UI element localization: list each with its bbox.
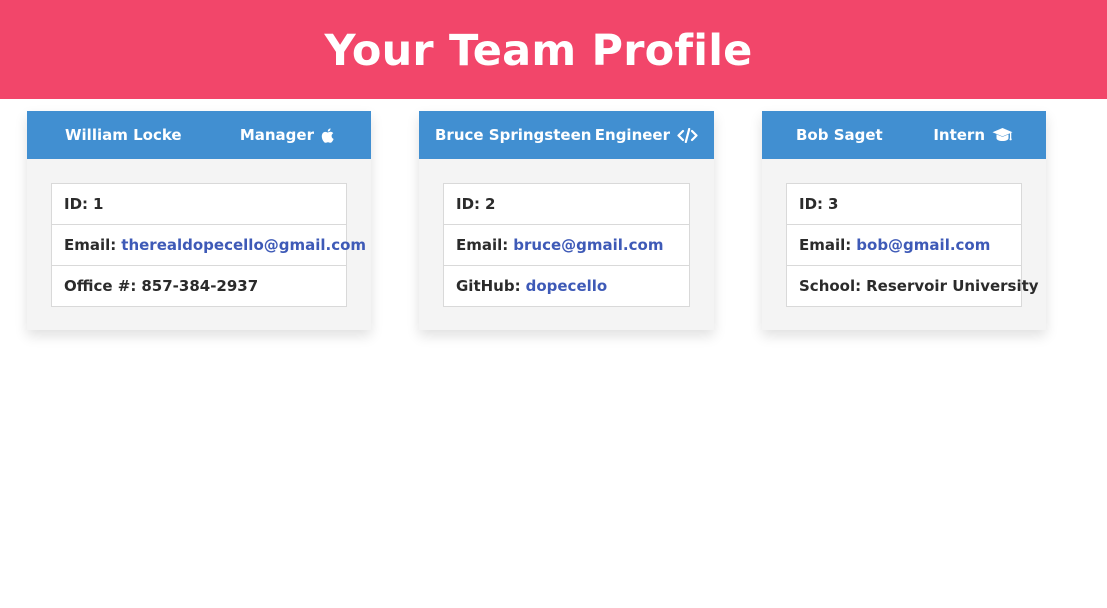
school-label: School: (799, 277, 862, 295)
employee-role: Intern (933, 126, 1013, 144)
employee-card-intern: Bob Saget Intern ID: 3 Email: bob@gmail.… (762, 111, 1046, 330)
email-link[interactable]: bob@gmail.com (856, 236, 990, 254)
github-row: GitHub: dopecello (444, 265, 689, 306)
apple-icon (321, 127, 334, 143)
employee-details: ID: 3 Email: bob@gmail.com School: Reser… (786, 183, 1039, 307)
office-label: Office #: (64, 277, 137, 295)
code-icon (677, 127, 698, 143)
email-row: Email: bob@gmail.com (787, 224, 1021, 265)
page-banner: Your Team Profile (0, 0, 1107, 99)
email-link[interactable]: therealdopecello@gmail.com (121, 236, 366, 254)
office-value: 857-384-2937 (141, 277, 259, 295)
employee-name: Bruce Springsteen (435, 126, 592, 144)
graduation-cap-icon (992, 127, 1013, 143)
email-row: Email: bruce@gmail.com (444, 224, 689, 265)
role-label: Manager (239, 126, 314, 144)
github-link[interactable]: dopecello (526, 277, 608, 295)
id-value: 2 (485, 195, 496, 213)
card-header: William Locke Manager (27, 111, 371, 159)
github-label: GitHub: (456, 277, 521, 295)
role-label: Engineer (594, 126, 670, 144)
employee-card-manager: William Locke Manager ID: 1 Email: there… (27, 111, 371, 330)
page-title: Your Team Profile (324, 25, 753, 76)
employee-details: ID: 2 Email: bruce@gmail.com GitHub: dop… (443, 183, 690, 307)
school-value: Reservoir University (866, 277, 1039, 295)
id-row: ID: 3 (787, 184, 1021, 224)
id-label: ID: (456, 195, 481, 213)
email-link[interactable]: bruce@gmail.com (513, 236, 663, 254)
employee-role: Manager (240, 126, 334, 144)
id-label: ID: (64, 195, 89, 213)
card-header: Bob Saget Intern (762, 111, 1046, 159)
employee-role: Engineer (595, 126, 698, 144)
id-value: 1 (93, 195, 104, 213)
email-label: Email: (799, 236, 852, 254)
card-header: Bruce Springsteen Engineer (419, 111, 714, 159)
employee-name: William Locke (65, 126, 182, 144)
employee-name: Bob Saget (796, 126, 883, 144)
school-row: School: Reservoir University (787, 265, 1039, 306)
id-label: ID: (799, 195, 824, 213)
email-label: Email: (64, 236, 117, 254)
employee-card-engineer: Bruce Springsteen Engineer ID: 2 Email: … (419, 111, 714, 330)
role-label: Intern (933, 126, 985, 144)
email-label: Email: (456, 236, 509, 254)
id-row: ID: 1 (52, 184, 346, 224)
email-row: Email: therealdopecello@gmail.com (52, 224, 366, 265)
employee-details: ID: 1 Email: therealdopecello@gmail.com … (51, 183, 366, 307)
id-row: ID: 2 (444, 184, 689, 224)
office-row: Office #: 857-384-2937 (52, 265, 346, 306)
id-value: 3 (828, 195, 839, 213)
